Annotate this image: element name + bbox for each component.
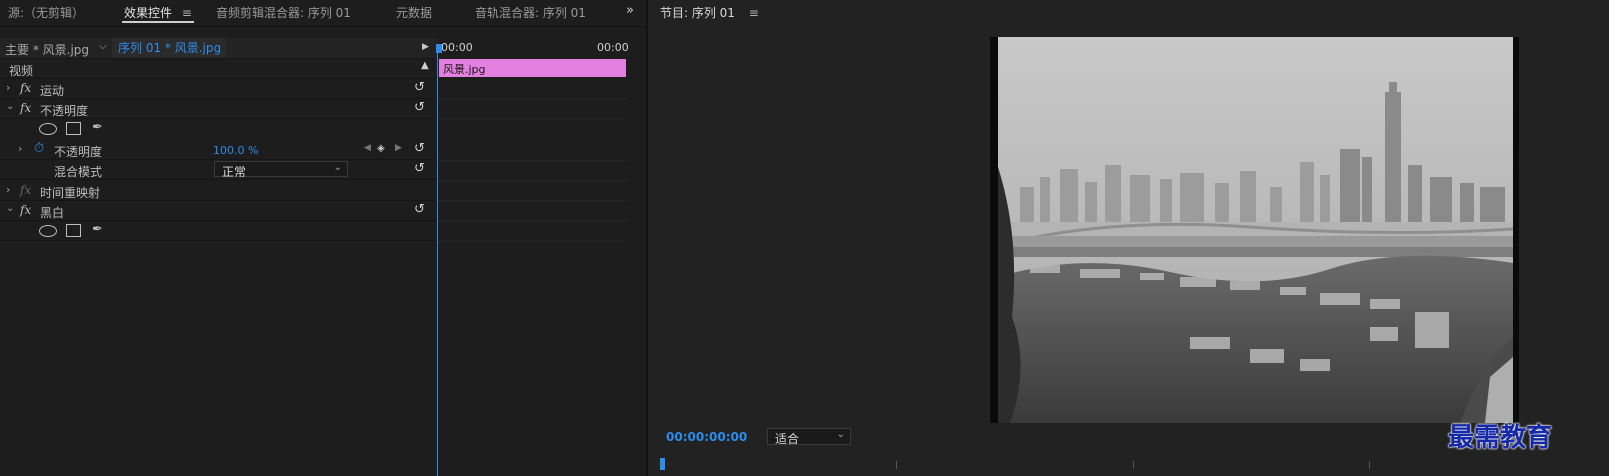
timeline-clip-label: 风景.jpg [443, 63, 486, 76]
timeline-end-time: 00:00 [597, 41, 629, 54]
effect-opacity-label: 不透明度 [40, 104, 89, 118]
opacity-value[interactable]: 100.0 % [213, 144, 258, 157]
ruler-tick [1133, 461, 1134, 469]
timeline-clip[interactable]: 风景.jpg [439, 59, 626, 77]
program-playhead[interactable] [660, 458, 665, 470]
ellipse-mask-icon[interactable] [39, 123, 57, 135]
mask-tools-row: ✒ [0, 119, 437, 139]
play-triangle-icon[interactable]: ▶ [422, 42, 429, 52]
tab-metadata[interactable]: 元数据 [396, 4, 432, 21]
program-monitor-title: 节目: 序列 01 [660, 6, 735, 20]
blend-mode-value: 正常 [222, 165, 247, 179]
rectangle-mask-icon[interactable] [66, 122, 81, 135]
timeline-row-line [437, 241, 627, 242]
section-video-row: 视频 ▲ [0, 59, 437, 79]
reset-icon[interactable]: ↺ [414, 161, 425, 176]
tab-program-monitor[interactable]: 节目: 序列 01 ≡ [660, 4, 759, 21]
collapse-up-icon[interactable]: ▲ [421, 60, 429, 71]
grayscale-landscape-image [998, 37, 1514, 423]
reset-icon[interactable]: ↺ [414, 202, 425, 217]
tab-effect-controls[interactable]: 效果控件 ≡ [124, 4, 192, 21]
blend-mode-label: 混合模式 [54, 165, 103, 179]
add-keyframe-icon[interactable]: ◈ [377, 143, 385, 154]
program-time-ruler[interactable] [660, 455, 1600, 476]
sequence-clip-label[interactable]: 序列 01 * 风景.jpg [112, 38, 226, 58]
reset-icon[interactable]: ↺ [414, 80, 425, 95]
playhead-timecode[interactable]: 00:00:00:00 [666, 430, 747, 444]
next-keyframe-icon[interactable]: ▶ [395, 143, 402, 153]
timeline-start-time: 00:00 [441, 41, 473, 54]
panel-menu-icon[interactable]: ≡ [182, 6, 192, 20]
effect-row-black-white[interactable]: ⌄ fx 黑白 ↺ [0, 201, 437, 221]
tab-effect-controls-label: 效果控件 [124, 6, 173, 20]
prev-keyframe-icon[interactable]: ◀ [364, 143, 371, 153]
timeline-row-line [437, 98, 627, 99]
timeline-row-line [437, 200, 627, 201]
chevron-right-icon[interactable]: › [6, 183, 10, 196]
stopwatch-icon[interactable]: ⏱ [34, 141, 44, 156]
timeline-row-line [437, 118, 627, 119]
ellipse-mask-icon[interactable] [39, 225, 57, 237]
pen-mask-icon[interactable]: ✒ [92, 222, 103, 237]
timeline-row-line [437, 160, 627, 161]
mask-tools-row: ✒ [0, 221, 437, 241]
pen-mask-icon[interactable]: ✒ [92, 120, 103, 135]
param-opacity-label: 不透明度 [54, 145, 103, 159]
param-row-opacity: › ⏱ 不透明度 100.0 % ◀ ◈ ▶ ↺ [0, 140, 437, 160]
effect-controls-panel: 源:（无剪辑） 效果控件 ≡ 音频剪辑混合器: 序列 01 元数据 音轨混合器:… [0, 0, 646, 476]
effect-row-motion[interactable]: › fx 运动 ↺ [0, 79, 437, 99]
fx-badge-icon[interactable]: fx [20, 101, 31, 115]
section-video-label: 视频 [9, 64, 34, 78]
panel-menu-icon[interactable]: ≡ [749, 6, 759, 20]
tab-overflow-icon[interactable]: » [626, 3, 634, 18]
timeline-row-line [437, 220, 627, 221]
chevron-down-icon: ⌄ [333, 162, 342, 173]
chevron-down-icon: ⌄ [836, 429, 845, 440]
fx-badge-icon[interactable]: fx [20, 81, 31, 95]
playhead-handle[interactable] [436, 44, 442, 53]
effect-motion-label: 运动 [40, 84, 65, 98]
rectangle-mask-icon[interactable] [66, 224, 81, 237]
tab-source[interactable]: 源:（无剪辑） [8, 4, 84, 21]
master-clip-label[interactable]: 主要 * 风景.jpg [5, 41, 89, 58]
fx-badge-icon: fx [20, 183, 32, 197]
chevron-right-icon[interactable]: › [18, 142, 22, 155]
timeline-row-line [437, 180, 627, 181]
effect-row-time-remap[interactable]: › fx 时间重映射 [0, 181, 437, 201]
chevron-right-icon[interactable]: › [6, 81, 10, 94]
reset-icon[interactable]: ↺ [414, 141, 425, 156]
blend-mode-select[interactable]: 正常 ⌄ [214, 161, 348, 179]
zoom-fit-select[interactable]: 适合 ⌄ [767, 428, 851, 446]
fx-badge-icon[interactable]: fx [20, 203, 31, 217]
reset-icon[interactable]: ↺ [414, 100, 425, 115]
effect-controls-header: 主要 * 风景.jpg ⌵ 序列 01 * 风景.jpg ▶ [0, 38, 437, 59]
effect-black-white-label: 黑白 [40, 206, 65, 220]
timeline-playhead[interactable] [437, 44, 438, 476]
ruler-tick [896, 461, 897, 469]
chevron-down-icon[interactable]: ⌄ [6, 203, 14, 214]
chevron-down-icon[interactable]: ⌄ [6, 101, 14, 112]
active-tab-underline [122, 21, 194, 23]
program-video-frame[interactable] [990, 37, 1519, 423]
left-panel-tabbar: 源:（无剪辑） 效果控件 ≡ 音频剪辑混合器: 序列 01 元数据 音轨混合器:… [0, 0, 646, 27]
zoom-fit-value: 适合 [775, 432, 800, 446]
tab-audio-clip-mixer[interactable]: 音频剪辑混合器: 序列 01 [216, 4, 351, 21]
effect-time-remap-label: 时间重映射 [40, 186, 101, 200]
effect-row-opacity[interactable]: ⌄ fx 不透明度 ↺ [0, 99, 437, 119]
effect-timeline-ruler[interactable]: 00:00 00:00 [437, 38, 629, 58]
chevron-down-icon[interactable]: ⌵ [99, 41, 107, 52]
ruler-tick [1369, 461, 1370, 469]
watermark-logo-text: 最需教育 [1448, 423, 1553, 453]
tab-audio-track-mixer[interactable]: 音轨混合器: 序列 01 [475, 4, 586, 21]
param-row-blend-mode: 混合模式 正常 ⌄ ↺ [0, 160, 437, 180]
